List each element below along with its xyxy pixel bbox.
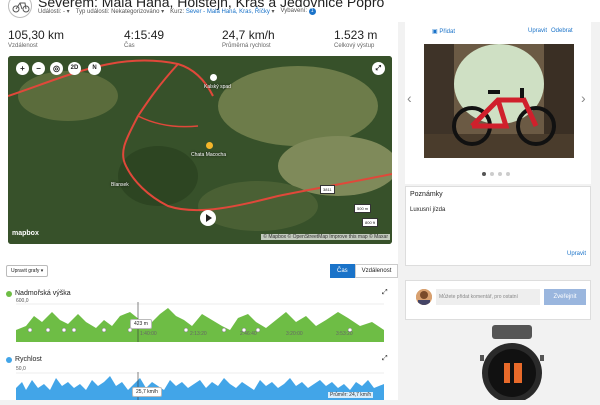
activity-photo[interactable]	[424, 44, 574, 158]
layers-icon[interactable]: ◎	[50, 62, 63, 75]
place-label: Kalský spad	[204, 84, 231, 90]
stat-distance: 105,30 km Vzdálenost	[8, 28, 65, 49]
meta-gear[interactable]: Vybavení: 1	[281, 8, 316, 15]
comment-box: Můžete přidat komentář, pro ostatní Zveř…	[405, 280, 591, 320]
place-label: Chata Macocha	[191, 152, 227, 158]
comment-input[interactable]: Můžete přidat komentář, pro ostatní	[436, 289, 540, 305]
meta-type[interactable]: Typ události: Nekategorizováno ▾	[76, 8, 164, 15]
carousel-dot[interactable]	[506, 172, 510, 176]
elevation-tooltip: 423 m	[130, 319, 152, 329]
map-scale-imperial: 800 ft	[362, 218, 379, 227]
carousel-dot[interactable]	[482, 172, 486, 176]
meta-course[interactable]: Kurz: Sever - Malá Haná, Kras, Říčky ▾	[170, 8, 274, 15]
carousel-dot[interactable]	[490, 172, 494, 176]
add-photo-button[interactable]: ▣ Přidat	[432, 28, 455, 35]
device-image	[464, 325, 560, 403]
bike-icon	[8, 0, 32, 18]
elevation-legend-dot	[6, 290, 12, 297]
speed-title: Rychlost	[6, 356, 42, 363]
stat-avg-speed: 24,7 km/h Průměrná rychlost	[222, 28, 275, 49]
speed-tooltip: 25,7 km/h	[132, 387, 162, 397]
mapbox-logo: mapbox	[12, 230, 39, 237]
compass-north-button[interactable]: N	[88, 62, 101, 75]
road-number: 3811	[320, 185, 335, 194]
remove-photo-link[interactable]: Odebrat	[551, 28, 573, 34]
time-tick: 3:20:00	[286, 331, 303, 337]
photo-carousel-dots	[482, 172, 510, 176]
view-2d-button[interactable]: 2D	[68, 62, 81, 75]
time-tick: 2:13:20	[190, 331, 207, 337]
prev-photo-icon[interactable]: ‹	[407, 90, 412, 106]
fullscreen-icon[interactable]: ⤢	[372, 62, 385, 75]
time-tick: 3:53:20	[336, 331, 353, 337]
x-axis-toggle: Čas Vzdálenost	[330, 264, 399, 278]
toggle-distance[interactable]: Vzdálenost	[354, 264, 399, 278]
time-tick: 2:46:40	[240, 331, 257, 337]
time-tick: 1:40:00	[140, 331, 157, 337]
notes-edit-link[interactable]: Upravit	[567, 251, 586, 257]
map-scale-metric: 500 m	[354, 204, 372, 213]
avatar	[416, 289, 432, 305]
activity-meta: Události: - ▾ Typ události: Nekategorizo…	[38, 8, 316, 15]
publish-comment-button[interactable]: Zveřejnit	[544, 289, 586, 305]
edit-photo-link[interactable]: Upravit	[528, 28, 547, 34]
activity-header: Severem: Malá Haná, Holštejn, Kras a Jed…	[0, 0, 600, 22]
expand-icon[interactable]: ⤢	[382, 289, 388, 297]
place-label: Blansek	[111, 182, 129, 188]
stat-time: 4:15:49 Čas	[124, 28, 165, 49]
edit-charts-dropdown[interactable]: Upravit grafy ▾	[6, 265, 49, 277]
elevation-title: Nadmořská výška	[6, 290, 71, 297]
toggle-time[interactable]: Čas	[330, 264, 355, 278]
map-attribution[interactable]: © Mapbox © OpenStreetMap Improve this ma…	[261, 234, 390, 240]
notes-title: Poznámky	[410, 191, 443, 198]
notes-card: Poznámky Luxusní jízda Upravit	[405, 186, 591, 266]
speed-average: Průměr: 24,7 km/h	[328, 392, 374, 398]
meta-events[interactable]: Události: - ▾	[38, 8, 70, 15]
hut-icon	[206, 142, 213, 149]
zoom-in-button[interactable]: +	[16, 62, 29, 75]
expand-icon[interactable]: ⤢	[382, 355, 388, 363]
stat-ascent: 1.523 m Celkový výstup	[334, 28, 378, 49]
poi-icon	[210, 74, 217, 81]
play-route-button[interactable]	[200, 210, 216, 226]
notes-text: Luxusní jízda	[410, 207, 446, 213]
carousel-dot[interactable]	[498, 172, 502, 176]
next-photo-icon[interactable]: ›	[581, 90, 586, 106]
zoom-out-button[interactable]: −	[32, 62, 45, 75]
speed-legend-dot	[6, 356, 12, 363]
route-map[interactable]: + − ◎ 2D N ⤢ Kalský spad Chata Macocha B…	[8, 56, 392, 244]
